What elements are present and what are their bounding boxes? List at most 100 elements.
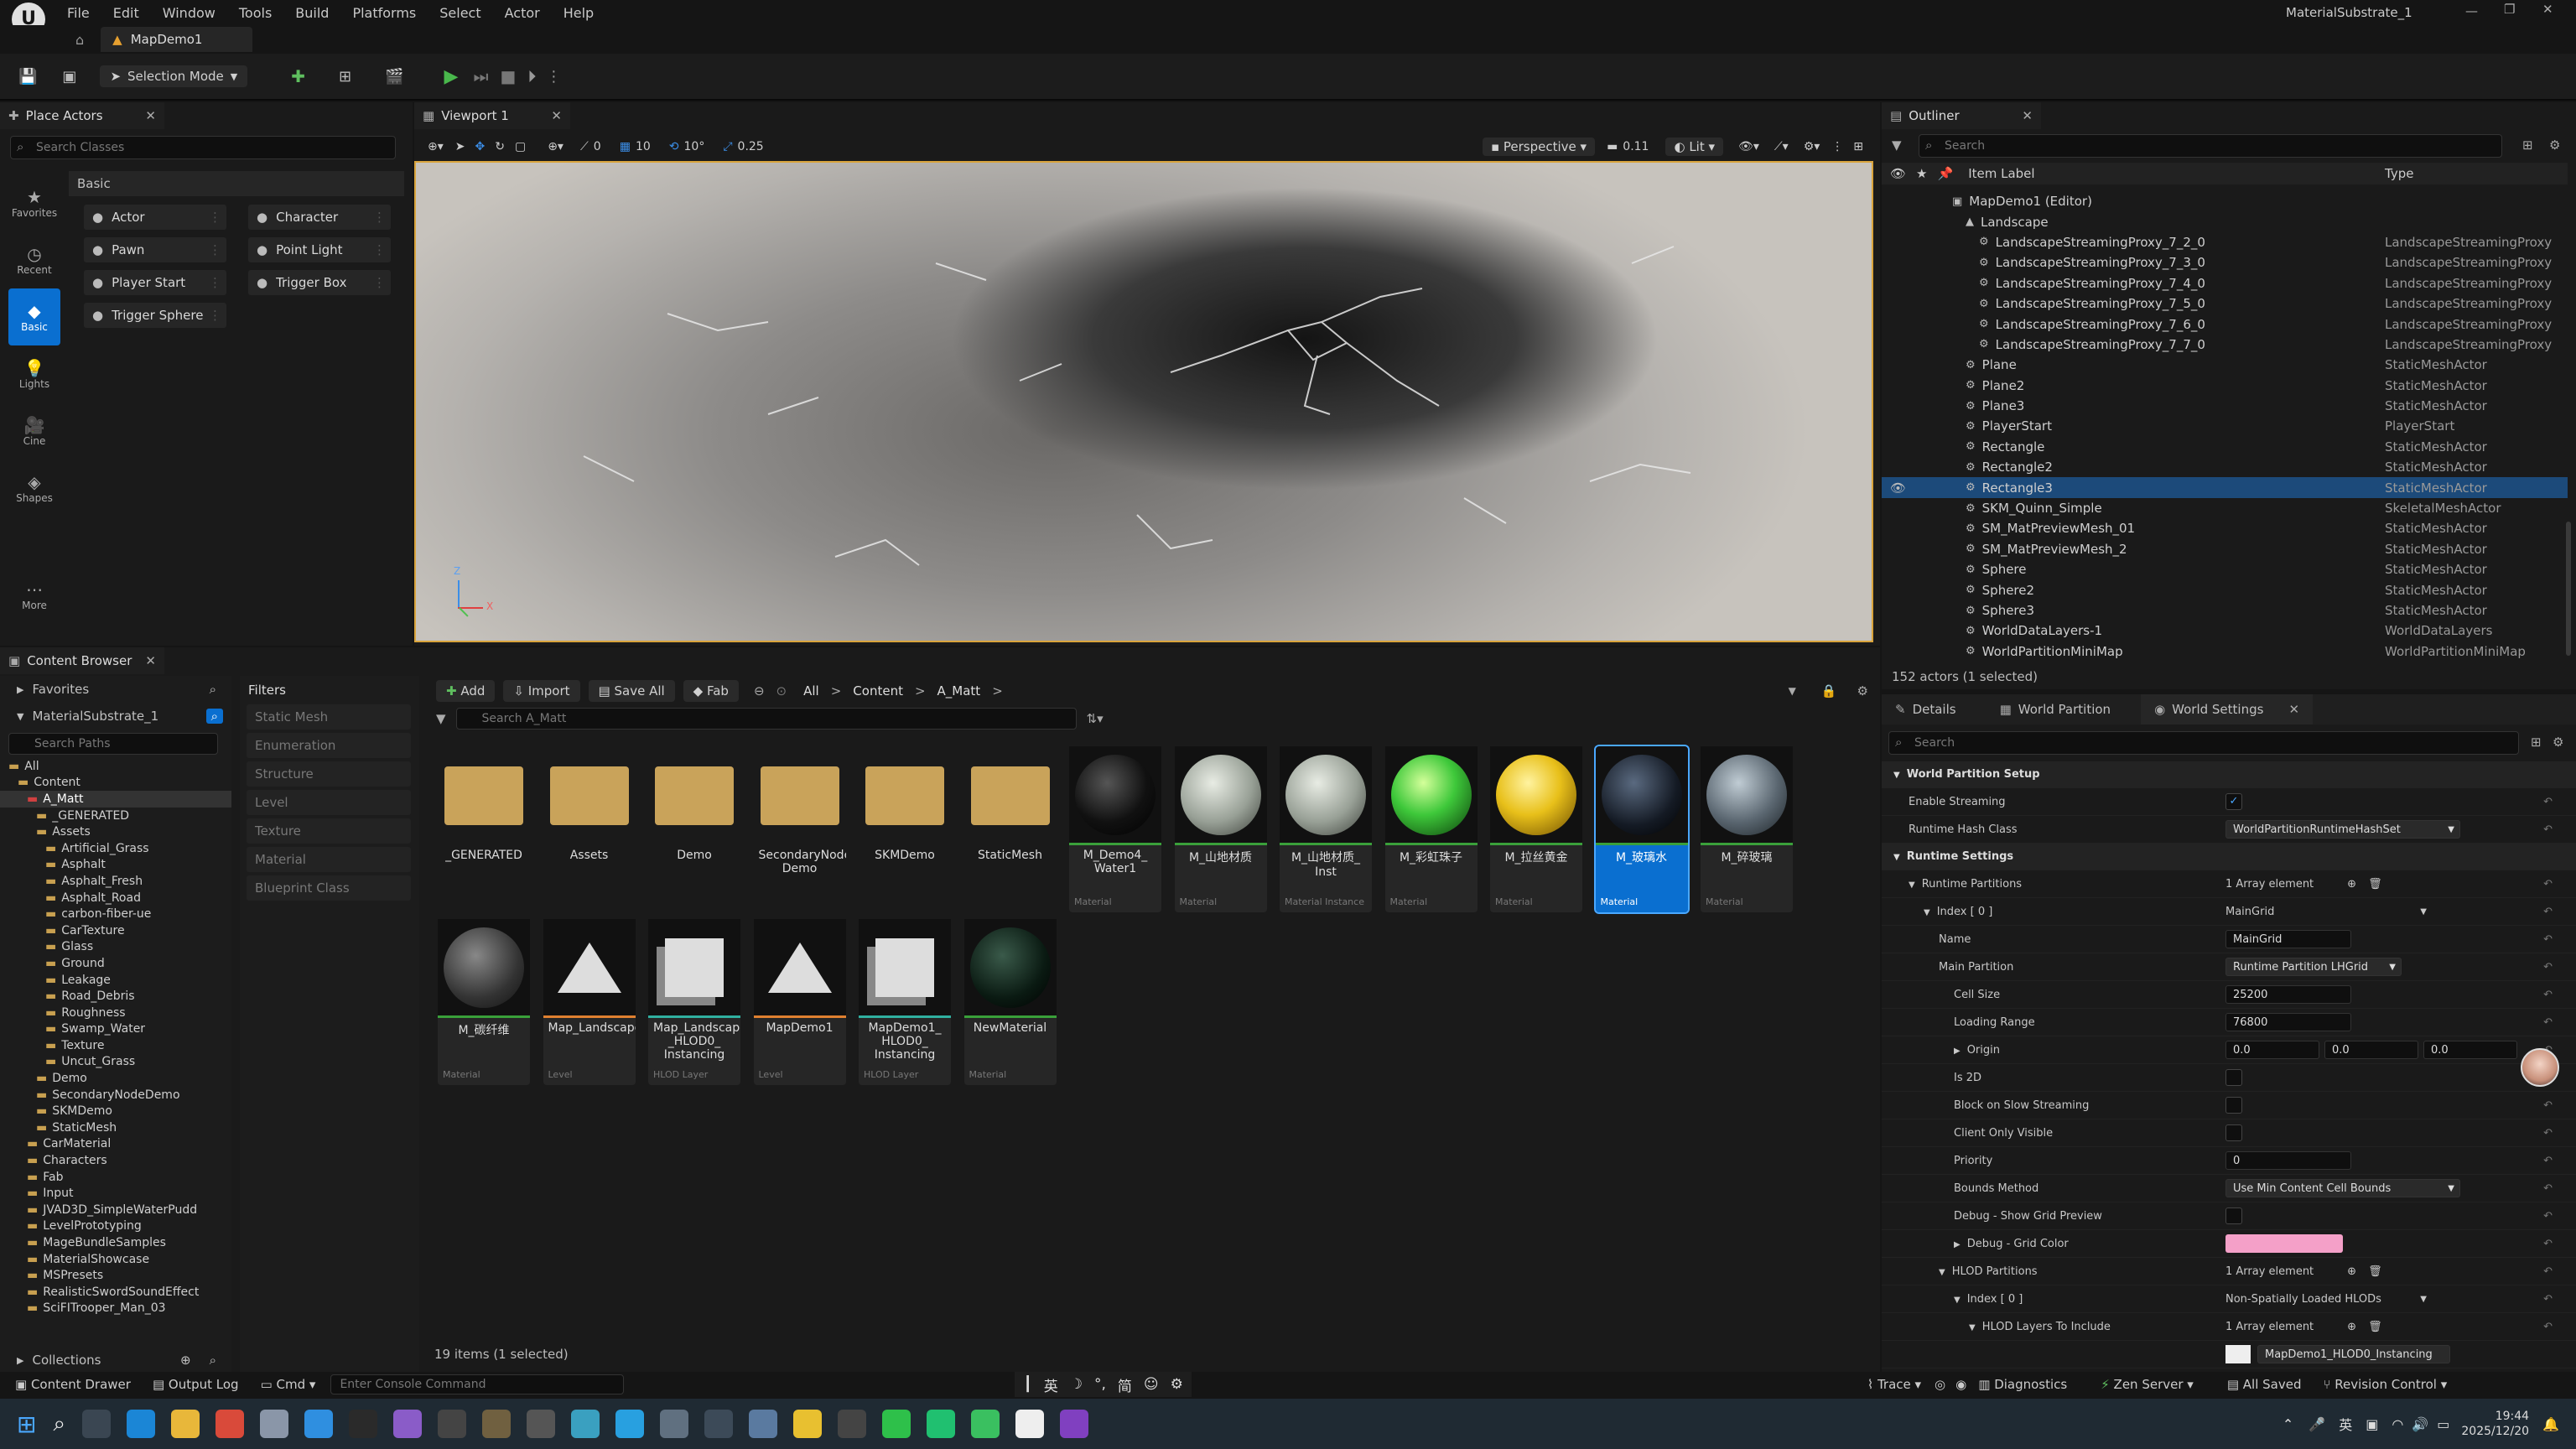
folder-tree-item[interactable]: ▬ SecondaryNodeDemo [0,1087,231,1104]
outliner-search-input[interactable]: Search [1919,134,2502,158]
chevron-down-icon[interactable]: ▼ [1893,853,1900,862]
outliner-row[interactable]: ⚙ LandscapeStreamingProxy_7_3_0 LandscapeS… [1882,252,2568,273]
origin-z-input[interactable]: 0.0 [2423,1041,2517,1059]
outliner-row[interactable]: ⚙ Plane2 StaticMeshActor [1882,376,2568,396]
wifi-icon[interactable]: ◠ [2392,1416,2403,1432]
vscode-icon[interactable] [304,1410,334,1438]
reset-icon[interactable]: ↶ [2543,1155,2553,1167]
add-element-icon[interactable]: ⊕ [2347,878,2356,891]
menu-item-file[interactable]: File [67,5,90,21]
trash-icon[interactable]: 🗑 [2368,878,2382,891]
details-tab-world-settings[interactable]: ◉ World Settings ✕ [2141,694,2314,724]
viewport-tab[interactable]: ▦ Viewport 1 ✕ [414,102,570,129]
app-icon[interactable] [615,1410,645,1438]
folder-tree-item[interactable]: ▬ Uncut_Grass [0,1054,231,1071]
broadcast-icon[interactable]: ◉ [1955,1377,1966,1392]
show-flags-icon[interactable]: 👁▾ [1738,140,1759,153]
category-favorites[interactable]: ★ Favorites [8,174,60,231]
grid-snap-value[interactable]: 10 [636,140,651,153]
fab-button[interactable]: ◆ Fab [683,680,739,702]
folder-tree-item[interactable]: ▬ JVAD3D_SimpleWaterPudd [0,1202,231,1218]
start-icon[interactable]: ⊞ [17,1410,36,1438]
folder-tile[interactable]: _GENERATED [438,746,530,912]
save-all-button[interactable]: ▤ Save All [588,680,675,702]
search-icon[interactable]: ⌕ [210,682,216,697]
transform-menu-icon[interactable]: ⊕▾ [428,140,444,153]
folder-tree-item[interactable]: ▬ LevelPrototyping [0,1218,231,1235]
filter-icon[interactable]: ▼ [1892,138,1902,153]
outliner-row[interactable]: ⚙ SKM_Quinn_Simple SkeletalMeshActor [1882,498,2568,518]
history-forward-icon[interactable]: ⊙ [776,683,787,699]
property-input[interactable]: 25200 [2225,985,2351,1004]
asset-tile[interactable]: MapDemo1_ HLOD0_ Instancing HLOD Layer [859,919,951,1085]
folder-tree-item[interactable]: ▬ CarMaterial [0,1136,231,1153]
close-icon[interactable]: ✕ [145,108,156,123]
settings-icon[interactable]: ⚙▾ [1804,140,1820,153]
folder-tree-item[interactable]: ▬ carbon-fiber-ue [0,906,231,922]
minimize-button[interactable]: — [2465,3,2478,18]
reset-icon[interactable]: ↶ [2543,796,2553,808]
rotate-tool-icon[interactable]: ↻ [495,140,505,153]
folder-tree-item[interactable]: ▬ StaticMesh [0,1119,231,1136]
terminal-icon[interactable] [349,1410,378,1438]
chrome-icon[interactable] [216,1410,245,1438]
drag-handle-icon[interactable]: ⋮ [209,210,221,225]
step-button[interactable]: ⏭ [473,66,488,86]
visibility-icon[interactable]: 👁 [1890,480,1915,496]
asset-tile[interactable]: M_玻璃水 Material [1593,745,1690,914]
command-prompt-icon[interactable] [438,1410,467,1438]
add-button[interactable]: ✚ Add [436,680,496,702]
outliner-scrollbar[interactable] [2566,522,2571,656]
grid-snap-icon[interactable]: ▦ [620,140,631,153]
folder-tree-item[interactable]: ▬ Glass [0,939,231,956]
emoji-icon[interactable]: ☺ [1144,1376,1159,1393]
folder-tree-item[interactable]: ▬ Content [0,775,231,792]
origin-x-input[interactable]: 0.0 [2225,1041,2319,1059]
property-checkbox[interactable] [2225,1208,2242,1224]
layout-icon[interactable]: ⊞ [1853,140,1863,153]
trace-button[interactable]: ⌇ Trace ▾ [1867,1377,1921,1392]
property-combo[interactable]: Use Min Content Cell Bounds ▼ [2225,1179,2460,1197]
lock-icon[interactable]: 🔒 [1821,683,1837,699]
folder-tree-item[interactable]: ▬ Fab [0,1169,231,1186]
scale-tool-icon[interactable]: ▢ [515,140,526,153]
app-icon[interactable] [660,1410,689,1438]
drag-handle-icon[interactable]: ⋮ [373,275,386,290]
breadcrumb-item[interactable]: All [803,683,819,699]
more-options-icon[interactable]: ⋮ [1831,140,1843,153]
asset-tile[interactable]: Map_Landscape _HLOD0_ Instancing HLOD Lay… [648,919,740,1085]
github-icon[interactable] [527,1410,556,1438]
drag-handle-icon[interactable]: ⋮ [209,308,221,323]
close-icon[interactable]: ✕ [2022,108,2033,123]
settings-icon[interactable]: ⚙ [1171,1376,1183,1393]
details-search-input[interactable]: Search [1888,731,2519,755]
scale-snap-value[interactable]: 0.25 [738,140,764,153]
favorites-section[interactable]: ▶ Favorites ⌕ [0,676,231,703]
folder-tree-item[interactable]: ▬ Swamp_Water [0,1021,231,1038]
revision-control-button[interactable]: ⑂ Revision Control ▾ [2324,1377,2448,1392]
menu-item-help[interactable]: Help [564,5,594,21]
file-explorer-icon[interactable] [171,1410,200,1438]
folder-tree-item[interactable]: ▬ Asphalt [0,857,231,874]
filter-item[interactable]: Structure [247,761,411,787]
reset-icon[interactable]: ↶ [2543,1321,2553,1333]
add-folder-icon[interactable]: ⊞ [2522,138,2533,153]
move-tool-icon[interactable]: ✥ [475,140,486,153]
visual-studio-icon[interactable] [393,1410,423,1438]
content-icon[interactable]: ▣ [62,68,76,86]
app-icon[interactable] [1060,1410,1089,1438]
ime-handle[interactable]: ┃ [1023,1376,1031,1393]
outliner-row[interactable]: ⚙ WorldDataLayers-1 WorldDataLayers [1882,621,2568,641]
close-window-button[interactable]: ✕ [2542,2,2553,17]
ime-language[interactable]: 英 [1044,1374,1058,1395]
property-combo[interactable]: WorldPartitionRuntimeHashSet ▼ [2225,820,2460,839]
property-checkbox[interactable] [2225,1069,2242,1086]
app-icon[interactable] [971,1410,1000,1438]
folder-tile[interactable]: SecondaryNode Demo [754,746,846,912]
zen-server-button[interactable]: ⚡ Zen Server ▾ [2101,1377,2194,1392]
sort-icon[interactable]: ⇅▾ [1087,711,1104,726]
details-tab-details[interactable]: ✎ Details [1882,694,1970,724]
level-tab[interactable]: ▲ MapDemo1 [101,27,253,52]
outliner-row[interactable]: ⚙ LandscapeStreamingProxy_7_7_0 LandscapeS… [1882,335,2568,355]
user-avatar[interactable] [2521,1048,2559,1087]
